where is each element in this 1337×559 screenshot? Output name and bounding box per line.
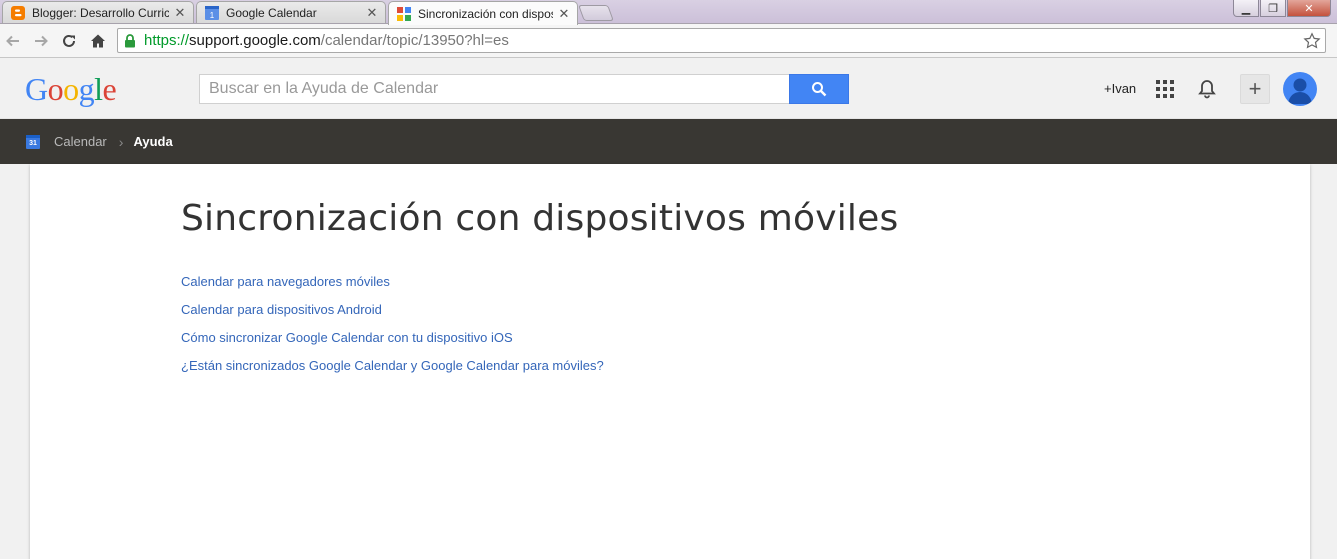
list-item: Cómo sincronizar Google Calendar con tu … <box>181 330 604 358</box>
user-profile-link[interactable]: +Ivan <box>1104 81 1136 96</box>
search-icon <box>812 82 827 97</box>
close-tab-icon[interactable]: ✕ <box>365 5 379 21</box>
plus-icon: + <box>1248 76 1262 101</box>
topic-link[interactable]: Calendar para navegadores móviles <box>181 274 390 289</box>
restore-icon[interactable]: ❐ <box>1260 0 1286 17</box>
url-host: support.google.com <box>189 32 321 49</box>
google-support-icon <box>396 6 412 22</box>
forward-arrow-icon[interactable] <box>31 31 51 51</box>
close-tab-icon[interactable]: ✕ <box>173 5 187 21</box>
minimize-icon[interactable]: ▁ <box>1233 0 1259 17</box>
user-silhouette-icon <box>1288 78 1312 104</box>
window-controls: ▁ ❐ ✕ <box>1233 0 1331 17</box>
avatar[interactable] <box>1283 72 1317 106</box>
home-icon[interactable] <box>88 31 108 51</box>
google-logo[interactable]: Google <box>25 71 117 108</box>
tab-blogger[interactable]: Blogger: Desarrollo Curricu ✕ <box>2 1 194 24</box>
url-text: https://support.google.com/calendar/topi… <box>144 32 509 49</box>
topic-link[interactable]: ¿Están sincronizados Google Calendar y G… <box>181 358 604 373</box>
topic-link[interactable]: Calendar para dispositivos Android <box>181 302 382 317</box>
page-title: Sincronización con dispositivos móviles <box>181 198 899 239</box>
url-path: /calendar/topic/13950?hl=es <box>320 32 509 49</box>
tab-title: Blogger: Desarrollo Curricu <box>32 6 169 20</box>
list-item: ¿Están sincronizados Google Calendar y G… <box>181 358 604 386</box>
close-tab-icon[interactable]: ✕ <box>557 6 571 22</box>
list-item: Calendar para navegadores móviles <box>181 274 604 302</box>
tab-title: Google Calendar <box>226 6 317 20</box>
close-window-icon[interactable]: ✕ <box>1287 0 1331 17</box>
blogger-icon <box>10 5 26 21</box>
tab-title: Sincronización con dispos <box>418 6 553 21</box>
calendar-icon: 1 <box>204 5 220 21</box>
url-scheme: https:// <box>144 32 190 49</box>
content-card: Sincronización con dispositivos móviles … <box>30 164 1310 559</box>
google-header: Google +Ivan + <box>0 59 1337 119</box>
search-box <box>199 74 789 104</box>
bookmark-star-icon[interactable] <box>1303 32 1321 50</box>
breadcrumb: 31 Calendar › Ayuda <box>0 119 1337 164</box>
address-bar[interactable]: https://support.google.com/calendar/topi… <box>117 28 1326 53</box>
topic-link-list: Calendar para navegadores móviles Calend… <box>181 274 604 386</box>
svg-text:1: 1 <box>210 11 215 20</box>
notifications-bell-icon[interactable] <box>1195 77 1219 101</box>
browser-toolbar: https://support.google.com/calendar/topi… <box>0 24 1337 58</box>
lock-icon <box>122 33 138 49</box>
new-tab-button[interactable] <box>578 5 614 21</box>
tab-google-calendar[interactable]: 1 Google Calendar ✕ <box>196 1 386 24</box>
browser-tab-strip: Blogger: Desarrollo Curricu ✕ 1 Google C… <box>0 0 1337 25</box>
back-arrow-icon[interactable] <box>3 31 23 51</box>
share-plus-button[interactable]: + <box>1240 74 1270 104</box>
list-item: Calendar para dispositivos Android <box>181 302 604 330</box>
search-button[interactable] <box>789 74 849 104</box>
chevron-right-icon: › <box>118 133 124 150</box>
breadcrumb-current: Ayuda <box>133 134 173 149</box>
tab-sincronizacion[interactable]: Sincronización con dispos ✕ <box>388 1 578 25</box>
breadcrumb-calendar-link[interactable]: Calendar <box>54 134 107 149</box>
apps-grid-icon[interactable] <box>1153 77 1177 101</box>
calendar-icon[interactable]: 31 <box>26 134 40 149</box>
calendar-icon-date: 31 <box>29 139 37 147</box>
reload-icon[interactable] <box>59 31 79 51</box>
search-input[interactable] <box>209 80 780 98</box>
topic-link[interactable]: Cómo sincronizar Google Calendar con tu … <box>181 330 513 345</box>
